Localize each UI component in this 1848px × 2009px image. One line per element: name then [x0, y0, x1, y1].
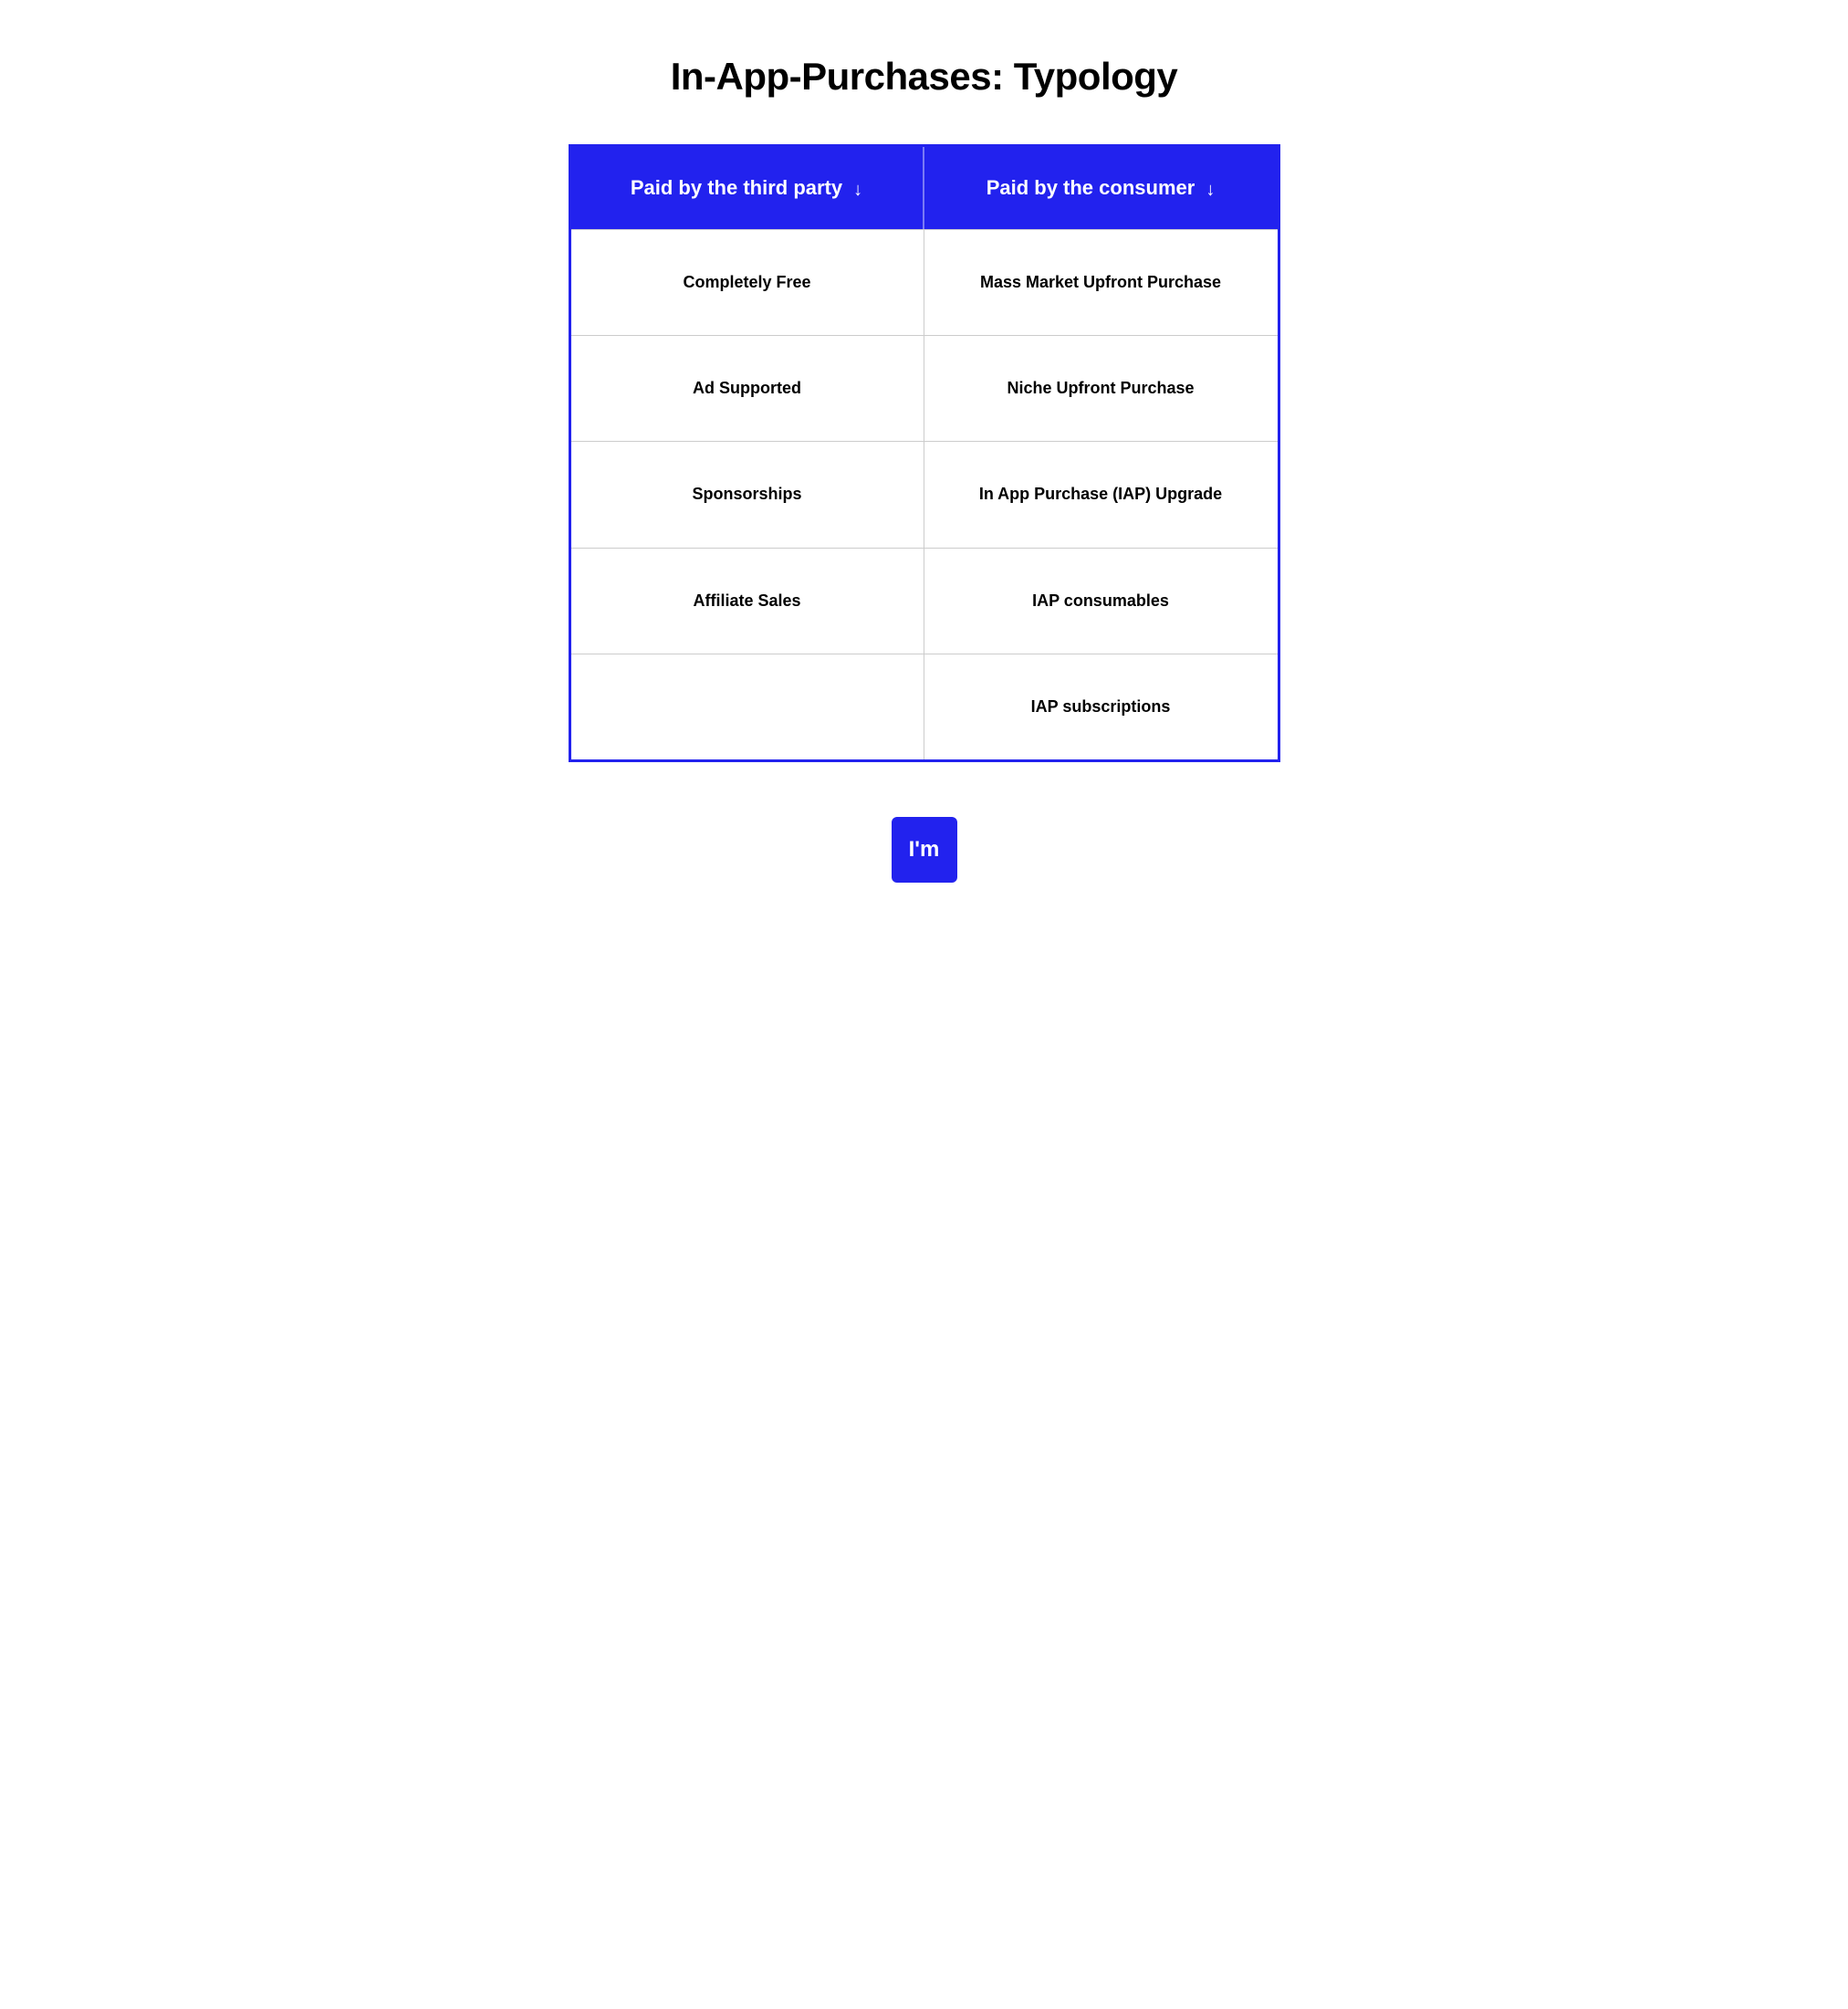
logo-wrapper: I'm — [892, 817, 957, 883]
table-header: Paid by the third party ↓ Paid by the co… — [571, 147, 1278, 229]
table-cell-right: In App Purchase (IAP) Upgrade — [924, 442, 1278, 547]
header-cell-third-party: Paid by the third party ↓ — [571, 147, 924, 229]
logo-text: I'm — [909, 837, 940, 863]
typology-table: Paid by the third party ↓ Paid by the co… — [569, 144, 1280, 762]
table-cell-right: Niche Upfront Purchase — [924, 336, 1278, 441]
table-cell-right: IAP subscriptions — [924, 654, 1278, 759]
header-arrow-consumer: ↓ — [1206, 178, 1215, 202]
table-cell-left: Sponsorships — [571, 442, 924, 547]
table-row: IAP subscriptions — [571, 654, 1278, 759]
page-container: In-App-Purchases: Typology Paid by the t… — [569, 55, 1280, 883]
table-row: Sponsorships In App Purchase (IAP) Upgra… — [571, 441, 1278, 547]
table-cell-right: IAP consumables — [924, 549, 1278, 654]
table-cell-right: Mass Market Upfront Purchase — [924, 230, 1278, 335]
table-row: Completely Free Mass Market Upfront Purc… — [571, 229, 1278, 335]
table-cell-left: Completely Free — [571, 230, 924, 335]
table-cell-left: Ad Supported — [571, 336, 924, 441]
table-row: Affiliate Sales IAP consumables — [571, 548, 1278, 654]
table-body: Completely Free Mass Market Upfront Purc… — [571, 229, 1278, 759]
header-label-consumer: Paid by the consumer — [987, 175, 1195, 202]
header-arrow-third-party: ↓ — [853, 178, 862, 202]
header-cell-consumer: Paid by the consumer ↓ — [924, 147, 1278, 229]
table-cell-left: Affiliate Sales — [571, 549, 924, 654]
logo-box: I'm — [892, 817, 957, 883]
page-title: In-App-Purchases: Typology — [671, 55, 1178, 99]
table-cell-left — [571, 654, 924, 759]
header-label-third-party: Paid by the third party — [631, 175, 842, 202]
table-row: Ad Supported Niche Upfront Purchase — [571, 335, 1278, 441]
